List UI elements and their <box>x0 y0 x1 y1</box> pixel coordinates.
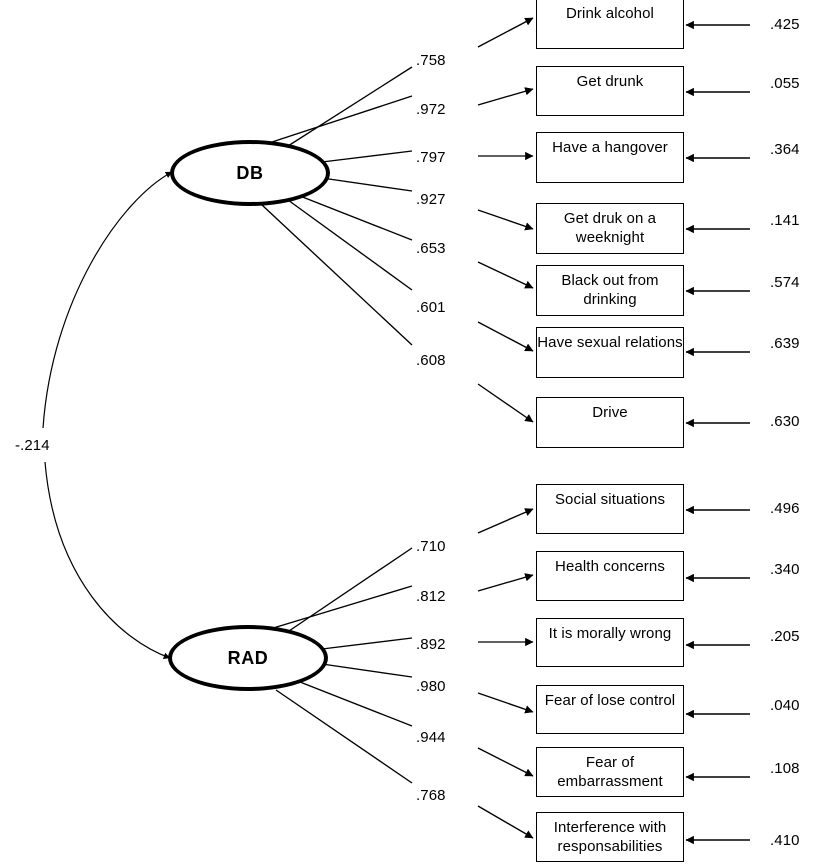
indicator-label-db-2: Get drunk <box>576 73 644 90</box>
loading-label-db-6: .601 <box>416 299 446 316</box>
indicator-box-db-3[interactable]: Have a hangover <box>536 132 684 183</box>
residual-label-db-2: .055 <box>770 75 800 92</box>
indicator-label-db-5: Black out from drinking <box>561 272 659 308</box>
latent-factor-db-label: DB <box>236 162 264 183</box>
loading-label-db-5: .653 <box>416 240 446 257</box>
db-loading-stub-5 <box>299 195 413 241</box>
db-loading-stub-1 <box>287 66 413 147</box>
db-loading-stub-7 <box>261 204 413 346</box>
db-loading-stub-2 <box>271 95 413 143</box>
indicator-label-rad-6: Interference with responsabilities <box>553 819 667 855</box>
indicator-label-rad-5: Fear of embarrassment <box>557 754 663 790</box>
residual-label-db-3: .364 <box>770 141 800 158</box>
residual-arrows <box>685 20 750 845</box>
db-loading-arrow-2 <box>477 87 534 106</box>
db-loading-stub-6 <box>287 199 413 291</box>
indicator-label-rad-2: Health concerns <box>555 558 665 575</box>
loading-label-rad-6: .768 <box>416 787 446 804</box>
db-loading-stub-4 <box>321 177 413 192</box>
indicator-label-db-1: Drink alcohol <box>565 5 654 22</box>
latent-factor-rad-label: RAD <box>227 647 269 668</box>
indicator-box-rad-5[interactable]: Fear of embarrassment <box>536 747 684 797</box>
residual-label-rad-1: .496 <box>770 500 800 517</box>
correlation-curve-lower <box>44 461 171 660</box>
residual-label-db-7: .630 <box>770 413 800 430</box>
residual-label-rad-5: .108 <box>770 760 800 777</box>
residual-label-rad-6: .410 <box>770 832 800 849</box>
db-loading-arrow-7 <box>477 383 534 423</box>
rad-loading-stub-6 <box>275 689 413 784</box>
loading-label-db-3: .797 <box>416 149 446 166</box>
factor-correlation-label: -.214 <box>15 437 50 454</box>
indicator-label-db-7: Drive <box>592 404 628 421</box>
sem-path-diagram: DB RAD -.214 Drink alcohol Get drunk Hav… <box>0 0 829 864</box>
indicator-box-db-1[interactable]: Drink alcohol <box>536 0 684 49</box>
rad-loading-arrow-2 <box>477 573 534 592</box>
db-loading-stub-3 <box>321 150 413 163</box>
indicator-label-db-4: Get druk on a weeknight <box>563 210 657 246</box>
loading-label-rad-5: .944 <box>416 729 446 746</box>
loading-label-rad-1: .710 <box>416 538 446 555</box>
indicator-label-db-6: Have sexual relations <box>537 334 683 351</box>
loading-label-db-4: .927 <box>416 191 446 208</box>
rad-loading-arrow-4 <box>477 692 534 714</box>
db-loading-arrow-6 <box>477 321 534 352</box>
db-loading-arrow-4 <box>477 209 534 231</box>
residual-label-db-1: .425 <box>770 16 800 33</box>
indicator-box-db-4[interactable]: Get druk on a weeknight <box>536 203 684 254</box>
loading-label-rad-4: .980 <box>416 678 446 695</box>
residual-label-rad-3: .205 <box>770 628 800 645</box>
indicator-box-db-6[interactable]: Have sexual relations <box>536 327 684 378</box>
residual-label-db-6: .639 <box>770 335 800 352</box>
residual-label-db-5: .574 <box>770 274 800 291</box>
indicator-box-rad-2[interactable]: Health concerns <box>536 551 684 601</box>
diagram-connectors-layer <box>42 17 750 845</box>
loading-label-db-7: .608 <box>416 352 446 369</box>
latent-factor-rad[interactable]: RAD <box>168 625 328 691</box>
loading-label-db-2: .972 <box>416 101 446 118</box>
db-loading-paths <box>261 17 534 423</box>
rad-loading-stub-2 <box>269 585 413 630</box>
latent-factor-db[interactable]: DB <box>170 140 330 206</box>
correlation-curve-upper <box>42 171 173 429</box>
loading-label-rad-2: .812 <box>416 588 446 605</box>
indicator-box-rad-4[interactable]: Fear of lose control <box>536 685 684 734</box>
rad-loading-arrow-6 <box>477 805 534 839</box>
indicator-label-rad-3: It is morally wrong <box>548 625 672 642</box>
indicator-label-rad-1: Social situations <box>554 491 666 508</box>
db-loading-arrow-5 <box>477 261 534 289</box>
indicator-label-rad-4: Fear of lose control <box>544 692 676 709</box>
factor-correlation-path <box>42 171 173 660</box>
indicator-box-db-7[interactable]: Drive <box>536 397 684 448</box>
residual-label-rad-2: .340 <box>770 561 800 578</box>
indicator-box-rad-1[interactable]: Social situations <box>536 484 684 534</box>
indicator-box-db-5[interactable]: Black out from drinking <box>536 265 684 316</box>
loading-label-db-1: .758 <box>416 52 446 69</box>
rad-loading-arrow-1 <box>477 508 534 534</box>
indicator-box-rad-3[interactable]: It is morally wrong <box>536 618 684 667</box>
rad-loading-stub-3 <box>321 637 413 650</box>
db-loading-arrow-1 <box>477 17 534 48</box>
indicator-label-db-3: Have a hangover <box>552 139 668 156</box>
indicator-box-rad-6[interactable]: Interference with responsabilities <box>536 812 684 862</box>
indicator-box-db-2[interactable]: Get drunk <box>536 66 684 116</box>
residual-label-db-4: .141 <box>770 212 800 229</box>
residual-label-rad-4: .040 <box>770 697 800 714</box>
rad-loading-arrow-5 <box>477 747 534 777</box>
rad-loading-stub-1 <box>285 547 413 634</box>
loading-label-rad-3: .892 <box>416 636 446 653</box>
rad-loading-stub-5 <box>299 681 413 727</box>
rad-loading-stub-4 <box>321 663 413 678</box>
